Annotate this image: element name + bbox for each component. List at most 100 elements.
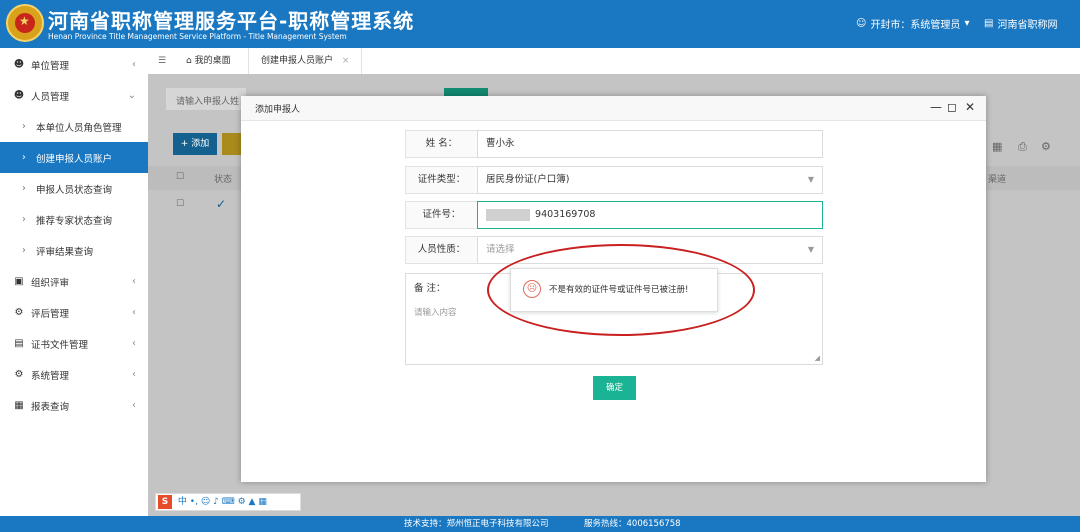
sidebar-item-personnel-management[interactable]: ☻ 人员管理 ⌄ [0,80,148,111]
sogou-logo-icon: S [158,495,172,509]
grid-icon[interactable]: ▦ [258,497,267,507]
national-emblem-icon: ★ [6,4,44,42]
sidebar-item-report-query[interactable]: ▦ 报表查询 ‹ [0,390,148,421]
chevron-down-icon: ▾ [964,18,970,29]
chevron-right-icon: › [22,214,26,225]
chevron-left-icon: ‹ [132,276,136,287]
nature-label: 人员性质： [405,236,477,264]
toolbox-icon[interactable]: ⚙ [238,497,246,507]
report-icon: ▦ [14,400,24,411]
column-status: 状态 [214,175,233,185]
redacted-digits [486,208,530,221]
id-number-label: 证件号： [405,201,477,229]
user-menu[interactable]: ☺ 开封市：系统管理员 ▾ [856,16,969,31]
sidebar-item-system-management[interactable]: ⚙ 系统管理 ‹ [0,359,148,390]
skin-icon[interactable]: ▲ [249,497,256,507]
id-type-select[interactable]: 居民身份证(户口簿) ▼ [477,166,823,194]
sidebar-item-review-results[interactable]: › 评审结果查询 [0,235,148,266]
tab-bar: ☰ ⌂ 我的桌面 创建申报人员账户 × [148,48,1080,75]
top-header: ★ 河南省职称管理服务平台-职称管理系统 Henan Province Titl… [0,0,1080,48]
add-applicant-modal: 添加申报人 — ◻ ✕ 姓 名： 曹小永 证件类型： 居民身份证(户口簿) ▼ … [241,96,986,482]
chevron-right-icon: › [22,245,26,256]
row-checkbox-icon: ☐ [176,199,185,209]
portal-icon: ▤ [984,18,994,29]
chevron-left-icon: ‹ [132,307,136,318]
portal-link-label: 河南省职称网 [997,20,1058,31]
sidebar-item-create-applicant-account[interactable]: › 创建申报人员账户 [0,142,148,173]
chevron-right-icon: › [22,183,26,194]
service-hotline: 服务热线：4006156758 [584,519,681,529]
chevron-down-icon: ⌄ [127,90,136,101]
edit-button-bg [222,133,242,155]
nature-placeholder: 请选择 [486,244,515,255]
sidebar-item-applicant-status[interactable]: › 申报人员状态查询 [0,173,148,204]
chevron-left-icon: ‹ [132,59,136,70]
keyboard-icon[interactable]: ⌨ [222,497,235,507]
tech-support: 技术支持：郑州恒正电子科技有限公司 [404,519,549,529]
tab-create-applicant[interactable]: 创建申报人员账户 × [248,48,363,74]
chevron-down-icon: ▼ [807,245,814,254]
modal-header: 添加申报人 — ◻ ✕ [241,96,986,121]
print-icon: ⎙ [1018,140,1027,153]
home-icon: ⌂ [186,56,192,66]
platform-title: 河南省职称管理服务平台-职称管理系统 [48,9,415,33]
sidebar-item-role-management[interactable]: › 本单位人员角色管理 [0,111,148,142]
sidebar-item-post-review[interactable]: ⚙ 评后管理 ‹ [0,297,148,328]
certificate-icon: ▤ [14,338,24,349]
gear-icon: ⚙ [14,369,24,380]
add-button-bg: + 添加 [173,133,217,155]
maximize-icon[interactable]: ◻ [947,100,957,114]
punctuation-icon[interactable]: •, [190,497,198,507]
search-placeholder: 请输入申报人姓 [176,97,240,107]
name-row: 姓 名： 曹小永 [405,130,823,158]
export-icon: ⚙ [1041,140,1051,153]
chevron-right-icon: › [22,152,26,163]
close-tab-icon[interactable]: × [342,56,350,66]
chevron-right-icon: › [22,121,26,132]
sidebar: ☻ 单位管理 ‹ ☻ 人员管理 ⌄ › 本单位人员角色管理 › 创建申报人员账户… [0,48,149,516]
id-number-row: 证件号： 9403169708 [405,201,823,229]
modal-title: 添加申报人 [255,105,301,115]
checkbox-icon: ☐ [176,172,185,182]
user-menu-label: 开封市：系统管理员 [870,20,961,31]
id-number-value: 9403169708 [535,209,596,220]
platform-subtitle: Henan Province Title Management Service … [48,32,347,41]
tab-home[interactable]: ⌂ 我的桌面 [186,48,231,74]
check-icon: ✓ [216,197,227,211]
sidebar-item-organize-review[interactable]: ▣ 组织评审 ‹ [0,266,148,297]
resize-handle-icon[interactable]: ◢ [815,354,820,362]
name-field[interactable]: 曹小永 [477,130,823,158]
chevron-left-icon: ‹ [132,369,136,380]
chevron-left-icon: ‹ [132,400,136,411]
review-icon: ▣ [14,276,24,287]
id-type-row: 证件类型： 居民身份证(户口簿) ▼ [405,166,823,194]
footer: 技术支持：郑州恒正电子科技有限公司 服务热线：4006156758 [0,516,1080,532]
id-number-field[interactable]: 9403169708 [477,201,823,229]
microphone-icon[interactable]: ♪ [213,497,219,507]
name-label: 姓 名： [405,130,477,158]
menu-toggle-icon[interactable]: ☰ [158,48,166,74]
sidebar-item-expert-status[interactable]: › 推荐专家状态查询 [0,204,148,235]
minimize-icon[interactable]: — [930,100,942,114]
chevron-down-icon: ▼ [807,175,814,184]
confirm-button[interactable]: 确定 [593,376,636,400]
user-icon: ☺ [856,18,867,29]
close-icon[interactable]: ✕ [965,100,975,114]
id-type-label: 证件类型： [405,166,477,194]
sidebar-item-unit-management[interactable]: ☻ 单位管理 ‹ [0,49,148,80]
remark-label: 备 注： [414,283,446,294]
portal-link[interactable]: ▤ 河南省职称网 [984,16,1057,31]
highlight-ellipse [487,244,755,336]
column-channel: 渠道 [988,175,1007,185]
settings-icon: ⚙ [14,307,24,318]
user-icon: ☻ [13,59,25,70]
columns-icon: ▦ [992,140,1003,153]
id-type-value: 居民身份证(户口簿) [486,174,570,185]
remark-placeholder: 请输入内容 [414,308,457,318]
sidebar-item-certificate-files[interactable]: ▤ 证书文件管理 ‹ [0,328,148,359]
chevron-left-icon: ‹ [132,338,136,349]
user-icon: ☻ [13,90,25,101]
emoji-icon[interactable]: ☺ [201,497,210,507]
ime-mode[interactable]: 中 [178,497,187,507]
ime-toolbar[interactable]: S 中 •, ☺ ♪ ⌨ ⚙ ▲ ▦ [155,493,301,511]
